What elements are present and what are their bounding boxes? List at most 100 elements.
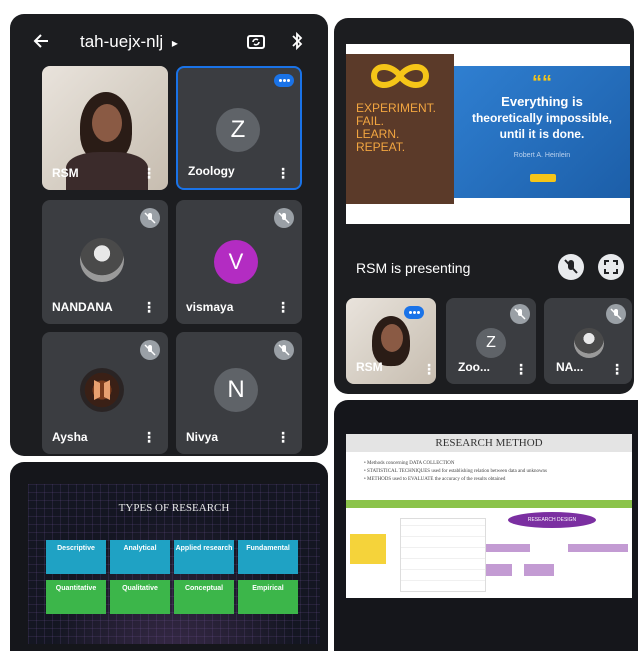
cell-title: Quantitative <box>55 585 97 592</box>
diagram-node <box>486 564 512 576</box>
speaking-indicator-icon <box>274 74 294 87</box>
participant-name: Nivya <box>186 430 219 444</box>
participant-tile[interactable]: NANDANA ⋮ <box>42 200 168 324</box>
shared-slide[interactable]: RESEARCH METHOD • Methods concerning DAT… <box>346 434 632 598</box>
bullet-text: Methods concerning DATA COLLECTION <box>367 461 455 466</box>
method-slide-panel: RESEARCH METHOD • Methods concerning DAT… <box>334 400 638 651</box>
more-options-icon[interactable]: ⋮ <box>276 430 290 444</box>
more-options-icon[interactable]: ⋮ <box>142 430 156 444</box>
research-type-cell: Empirical <box>238 580 298 614</box>
more-options-icon[interactable]: ⋮ <box>276 300 290 314</box>
slide-table <box>400 518 486 592</box>
avatar <box>80 238 124 282</box>
slide-title: RESEARCH METHOD <box>435 437 543 449</box>
more-options-icon[interactable]: ⋮ <box>610 362 624 376</box>
slide-illustration <box>350 534 386 564</box>
participant-name: vismaya <box>186 300 234 314</box>
presentation-panel: EXPERIMENT. FAIL. LEARN. REPEAT. ““ Ever… <box>334 18 634 394</box>
cell-title: Descriptive <box>57 545 95 552</box>
cell-title: Conceptual <box>184 585 224 592</box>
diagram-node <box>486 544 530 552</box>
fullscreen-icon <box>604 260 618 274</box>
mini-participant-tile[interactable]: RSM ⋮ <box>346 298 436 384</box>
participant-tile[interactable]: Z Zoology ⋮ <box>176 66 302 190</box>
diagram-node <box>524 564 554 576</box>
cell-title: Empirical <box>252 585 284 592</box>
participant-name: Zoology <box>188 164 235 178</box>
slide-text-line: REPEAT. <box>356 140 406 154</box>
cell-title: Fundamental <box>246 545 290 552</box>
mini-participant-tile[interactable]: NA... ⋮ <box>544 298 632 384</box>
quote-line: until it is done. <box>499 127 585 141</box>
mic-off-icon <box>606 304 626 324</box>
participant-face <box>381 324 403 352</box>
participant-name: NA... <box>556 360 584 374</box>
slide-quote-panel: ““ Everything is theoretically impossibl… <box>454 66 630 198</box>
mini-participant-tile[interactable]: Z Zoo... ⋮ <box>446 298 536 384</box>
chevron-right-icon: ▸ <box>171 36 178 50</box>
quote-attribution: Robert A. Heinlein <box>513 152 571 159</box>
avatar: N <box>214 368 258 412</box>
mic-off-icon <box>140 208 160 228</box>
infinity-icon <box>370 64 430 88</box>
participant-tile[interactable]: Aysha ⋮ <box>42 332 168 454</box>
mic-off-icon <box>274 340 294 360</box>
participant-tile[interactable]: RSM ⋮ <box>42 66 168 190</box>
back-icon[interactable] <box>32 32 50 55</box>
slide-bullet: • STATISTICAL TECHNIQUES used for establ… <box>364 469 548 474</box>
mic-off-icon <box>564 259 578 274</box>
bluetooth-icon[interactable] <box>290 31 304 56</box>
more-options-icon[interactable]: ⋮ <box>142 300 156 314</box>
logo-icon <box>94 380 110 400</box>
participant-tile[interactable]: N Nivya ⋮ <box>176 332 302 454</box>
types-slide-panel: TYPES OF RESEARCH Descriptive Analytical… <box>10 462 328 651</box>
cell-title: Applied research <box>175 545 233 552</box>
box-label: RESEARCH DESIGN <box>527 517 577 523</box>
slide-logo <box>530 174 556 182</box>
presenting-label: RSM is presenting <box>356 260 471 276</box>
fullscreen-button[interactable] <box>598 254 624 280</box>
research-type-cell: Descriptive <box>46 540 106 574</box>
research-design-box: RESEARCH DESIGN <box>508 512 596 528</box>
research-type-cell: Analytical <box>110 540 170 574</box>
shared-slide[interactable]: TYPES OF RESEARCH Descriptive Analytical… <box>28 484 320 644</box>
switch-camera-icon[interactable] <box>246 31 266 56</box>
participant-name: NANDANA <box>52 300 113 314</box>
avatar: V <box>214 240 258 284</box>
avatar: Z <box>216 108 260 152</box>
participant-tile[interactable]: V vismaya ⋮ <box>176 200 302 324</box>
diagram-node <box>568 544 628 552</box>
cell-title: Qualitative <box>122 585 158 592</box>
meeting-code-text: tah-uejx-nlj <box>80 32 164 51</box>
more-options-icon[interactable]: ⋮ <box>142 166 156 180</box>
participant-name: RSM <box>356 360 383 374</box>
participant-name: Zoo... <box>458 360 490 374</box>
quote-line: theoretically impossible, <box>471 111 613 125</box>
bullet-text: METHODS used to EVALUATE the accuracy of… <box>367 477 506 482</box>
mic-off-icon <box>140 340 160 360</box>
cell-title: Analytical <box>123 545 157 552</box>
slide-left-panel: EXPERIMENT. FAIL. LEARN. REPEAT. <box>346 54 454 204</box>
participants-panel: tah-uejx-nlj ▸ RSM ⋮ Z Zoology ⋮ NANDANA… <box>10 14 328 456</box>
more-options-icon[interactable]: ⋮ <box>276 166 290 180</box>
meeting-code[interactable]: tah-uejx-nlj ▸ <box>80 32 178 52</box>
quote-mark: ““ <box>532 72 552 94</box>
mic-off-icon <box>510 304 530 324</box>
participant-name: Aysha <box>52 430 88 444</box>
avatar: Z <box>476 328 506 358</box>
shared-slide[interactable]: EXPERIMENT. FAIL. LEARN. REPEAT. ““ Ever… <box>346 44 630 224</box>
research-type-cell: Quantitative <box>46 580 106 614</box>
slide-bullet: • METHODS used to EVALUATE the accuracy … <box>364 477 506 482</box>
mic-off-icon <box>274 208 294 228</box>
slide-green-band <box>346 500 632 508</box>
mic-off-button[interactable] <box>558 254 584 280</box>
more-options-icon[interactable]: ⋮ <box>514 362 528 376</box>
more-options-icon[interactable]: ⋮ <box>422 362 436 376</box>
quote-line: Everything is <box>501 94 583 109</box>
slide-bullet: • Methods concerning DATA COLLECTION <box>364 461 455 466</box>
research-type-cell: Applied research <box>174 540 234 574</box>
speaking-indicator-icon <box>404 306 424 319</box>
participant-face <box>92 104 122 142</box>
participant-name: RSM <box>52 166 79 180</box>
bts-logo-avatar <box>80 368 124 412</box>
